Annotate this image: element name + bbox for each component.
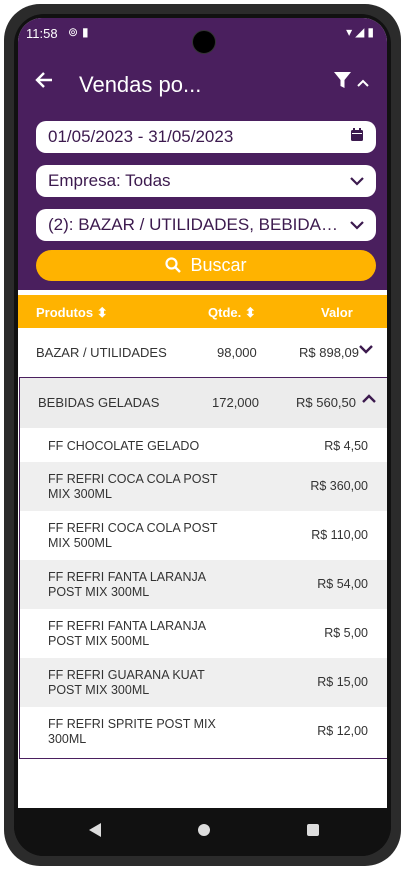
app-bar: Vendas po... xyxy=(18,58,387,108)
item-valor: R$ 5,00 xyxy=(324,626,368,640)
group-valor: R$ 898,09 xyxy=(299,345,359,360)
item-name: FF REFRI GUARANA KUAT POST MIX 300ML xyxy=(48,668,205,697)
group-row-bebidas[interactable]: BEBIDAS GELADAS 172,000 R$ 560,50 xyxy=(20,378,387,428)
list-item[interactable]: FF REFRI SPRITE POST MIX 300ML R$ 12,00 xyxy=(20,707,387,756)
expanded-group-bebidas: BEBIDAS GELADAS 172,000 R$ 560,50 FF CHO… xyxy=(19,377,387,759)
item-name: FF CHOCOLATE GELADO xyxy=(48,439,200,453)
list-item[interactable]: FF REFRI FANTA LARANJA POST MIX 300ML R$… xyxy=(20,560,387,609)
sort-icon: ⬍ xyxy=(96,305,108,320)
nav-home-icon[interactable] xyxy=(197,823,211,842)
list-item[interactable]: FF REFRI COCA COLA POST MIX 300ML R$ 360… xyxy=(20,462,387,511)
header-produtos: Produtos xyxy=(36,305,94,320)
chevron-down-icon[interactable] xyxy=(359,341,373,359)
search-button[interactable]: Buscar xyxy=(36,250,376,281)
item-valor: R$ 110,00 xyxy=(311,528,368,542)
group-qtde: 98,000 xyxy=(217,345,257,360)
camera-cutout xyxy=(192,30,216,54)
chevron-down-icon xyxy=(350,209,364,241)
item-valor: R$ 54,00 xyxy=(317,577,368,591)
filter-icon xyxy=(333,72,351,88)
phone-bezel: 11:58 ⊚▮ ▾◢▮ Vendas po... 01/05/2023 - 3… xyxy=(14,14,391,856)
header-qtde: Qtde. xyxy=(208,305,242,320)
group-name: BEBIDAS GELADAS xyxy=(38,395,160,410)
filter-collapse-button[interactable] xyxy=(333,72,369,93)
app-screen: 11:58 ⊚▮ ▾◢▮ Vendas po... 01/05/2023 - 3… xyxy=(18,18,387,808)
date-range-field[interactable]: 01/05/2023 - 31/05/2023 xyxy=(36,121,376,153)
chevron-up-icon[interactable] xyxy=(362,391,376,409)
search-button-label: Buscar xyxy=(190,255,247,275)
item-valor: R$ 15,00 xyxy=(317,675,368,689)
list-item[interactable]: FF REFRI COCA COLA POST MIX 500ML R$ 110… xyxy=(20,511,387,560)
list-item[interactable]: FF CHOCOLATE GELADO R$ 4,50 xyxy=(20,428,387,462)
grupos-value: (2): BAZAR / UTILIDADES, BEBIDAS GELADAS xyxy=(48,215,340,234)
item-name: FF REFRI COCA COLA POST MIX 300ML xyxy=(48,472,218,501)
item-valor: R$ 360,00 xyxy=(310,479,368,493)
group-row-bazar[interactable]: BAZAR / UTILIDADES 98,000 R$ 898,09 xyxy=(18,328,387,376)
status-time: 11:58 xyxy=(26,26,58,41)
item-name: FF REFRI FANTA LARANJA POST MIX 300ML xyxy=(48,570,206,599)
empresa-value: Empresa: Todas xyxy=(48,171,171,190)
empresa-select[interactable]: Empresa: Todas xyxy=(36,165,376,197)
list-item[interactable]: FF REFRI FANTA LARANJA POST MIX 500ML R$… xyxy=(20,609,387,658)
chevron-down-icon xyxy=(350,165,364,197)
grupos-select[interactable]: (2): BAZAR / UTILIDADES, BEBIDAS GELADAS xyxy=(36,209,376,241)
phone-frame: 11:58 ⊚▮ ▾◢▮ Vendas po... 01/05/2023 - 3… xyxy=(4,4,401,866)
group-qtde: 172,000 xyxy=(212,395,259,410)
group-valor: R$ 560,50 xyxy=(296,395,356,410)
system-icons: ▾◢▮ xyxy=(346,25,377,39)
calendar-icon xyxy=(350,121,364,153)
list-item[interactable]: FF REFRI GUARANA KUAT POST MIX 300ML R$ … xyxy=(20,658,387,707)
date-range-value: 01/05/2023 - 31/05/2023 xyxy=(48,127,234,146)
group-name: BAZAR / UTILIDADES xyxy=(36,345,167,360)
notification-icons: ⊚▮ xyxy=(68,25,93,39)
sort-icon: ⬍ xyxy=(244,305,256,320)
search-icon xyxy=(165,257,182,273)
item-valor: R$ 4,50 xyxy=(324,439,368,453)
page-title: Vendas po... xyxy=(79,72,202,97)
sort-produtos[interactable]: Produtos ⬍ xyxy=(36,305,108,321)
header-valor: Valor xyxy=(321,305,353,320)
item-name: FF REFRI SPRITE POST MIX 300ML xyxy=(48,717,216,746)
system-nav-bar xyxy=(14,808,391,856)
chevron-up-icon xyxy=(357,79,369,87)
item-name: FF REFRI FANTA LARANJA POST MIX 500ML xyxy=(48,619,206,648)
table-header: Produtos ⬍ Qtde. ⬍ Valor xyxy=(18,295,387,328)
item-valor: R$ 12,00 xyxy=(317,724,368,738)
sort-qtde[interactable]: Qtde. ⬍ xyxy=(208,305,256,321)
back-arrow-icon[interactable] xyxy=(34,70,54,95)
item-name: FF REFRI COCA COLA POST MIX 500ML xyxy=(48,521,218,550)
nav-recents-icon[interactable] xyxy=(306,823,320,842)
nav-back-icon[interactable] xyxy=(88,822,102,843)
